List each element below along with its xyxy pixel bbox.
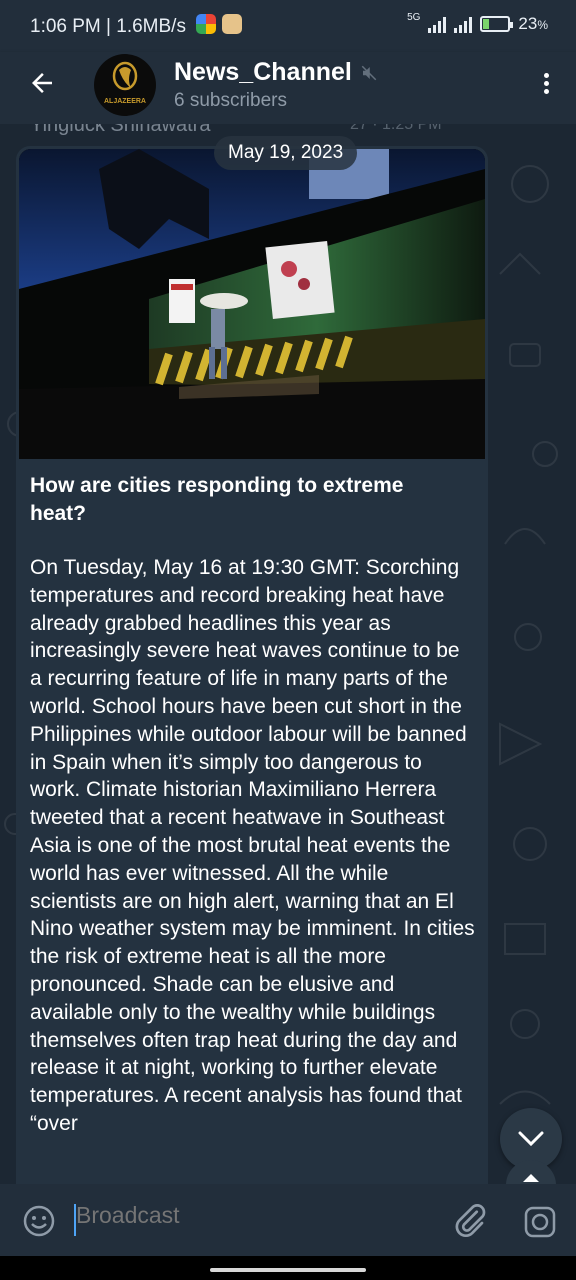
- attach-icon[interactable]: [452, 1202, 488, 1238]
- battery-percent: 23%: [518, 14, 548, 33]
- photos-app-icon: [196, 14, 216, 34]
- message-photo[interactable]: [19, 149, 485, 459]
- message-composer: [0, 1184, 576, 1256]
- message-title: How are cities responding to extreme hea…: [30, 474, 404, 525]
- emoji-icon[interactable]: [22, 1204, 56, 1238]
- channel-avatar[interactable]: ALJAZEERA: [94, 54, 156, 116]
- chat-header: ALJAZEERA News_Channel 6 subscribers: [0, 52, 576, 124]
- system-nav-bar: [0, 1256, 576, 1280]
- message-bubble[interactable]: How are cities responding to extreme hea…: [16, 146, 488, 1184]
- street-photo-image: [19, 149, 485, 459]
- previous-message-fragment: Yingluck Shinawatra: [30, 124, 211, 136]
- notification-icons: [196, 14, 242, 34]
- status-time: 1:06 PM | 1.6MB/s: [30, 16, 186, 37]
- network-type: 5G: [407, 11, 421, 23]
- date-separator: May 19, 2023: [214, 136, 358, 170]
- battery-icon: [480, 16, 514, 32]
- mute-icon: [361, 65, 377, 80]
- network-speed: 1.6MB/s: [116, 16, 186, 37]
- broadcast-input[interactable]: [76, 1202, 416, 1229]
- clock: 1:06 PM: [30, 16, 101, 37]
- app-notification-icon: [222, 14, 242, 34]
- back-arrow-icon[interactable]: [24, 68, 60, 104]
- home-gesture-handle[interactable]: [210, 1268, 366, 1272]
- more-options-icon[interactable]: [540, 70, 552, 102]
- signal-icon: [428, 15, 447, 33]
- avatar-logo-text: ALJAZEERA: [103, 98, 146, 105]
- message-body: On Tuesday, May 16 at 19:30 GMT: Scorchi…: [30, 556, 475, 1135]
- aljazeera-logo-icon: [112, 61, 138, 91]
- camera-icon[interactable]: [522, 1204, 558, 1240]
- subscriber-count: 6 subscribers: [174, 90, 287, 111]
- status-right: 5G 23%: [407, 11, 548, 34]
- channel-name: News_Channel: [174, 58, 352, 86]
- status-bar: 1:06 PM | 1.6MB/s 5G 23%: [0, 0, 576, 52]
- previous-message-time: 27 · 1:25 PM: [350, 124, 442, 133]
- signal-icon-2: [454, 15, 473, 33]
- chat-area[interactable]: Yingluck Shinawatra 27 · 1:25 PM May 19,…: [0, 124, 576, 1184]
- channel-title[interactable]: News_Channel: [174, 58, 378, 87]
- chevron-down-icon: [518, 1131, 544, 1147]
